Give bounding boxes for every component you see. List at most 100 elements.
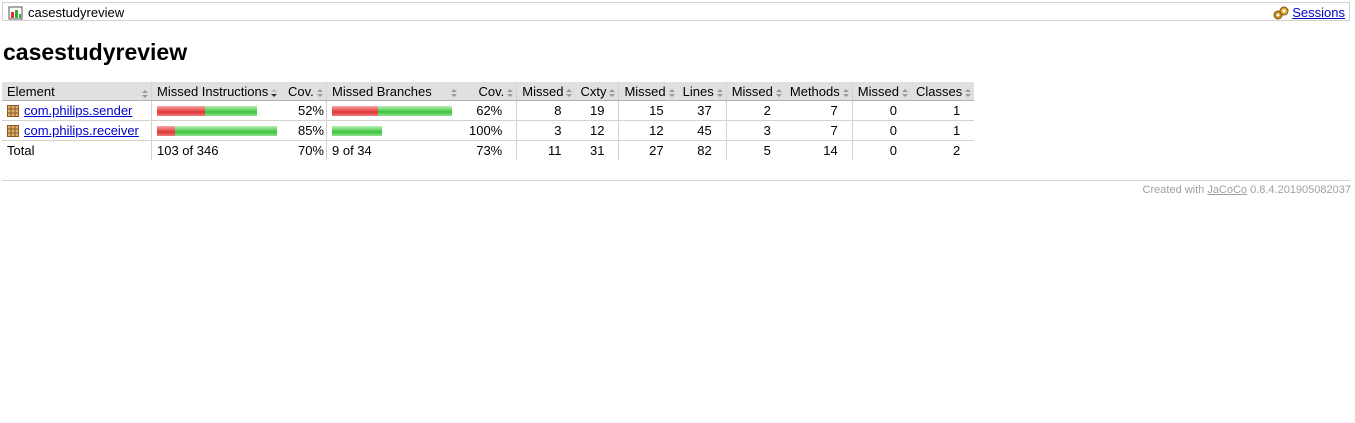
total-cxty: 31 (589, 143, 605, 158)
cov-branches: 100% (464, 120, 517, 141)
sessions-link[interactable]: Sessions (1292, 5, 1345, 20)
missed-branches-bar-cell (326, 120, 464, 141)
footer-divider (2, 180, 1350, 181)
header-missed-lines[interactable]: Missed (618, 82, 678, 101)
footer-version: 0.8.4.201905082037 (1250, 184, 1351, 196)
missed-lines: 12 (618, 120, 678, 141)
missed-methods: 2 (725, 100, 785, 121)
sessions-icon (1273, 6, 1289, 20)
sort-icon (668, 86, 676, 98)
sort-icon (775, 86, 783, 98)
header-missed-methods-label: Missed (731, 83, 773, 99)
coverage-bar (332, 105, 462, 116)
covered-bar (205, 105, 257, 116)
sort-down-icon (270, 86, 278, 98)
breadcrumb-right: Sessions (1273, 5, 1345, 20)
breadcrumb-left: casestudyreview (8, 5, 124, 20)
header-cov-branches-label: Cov. (478, 83, 505, 99)
total-missed-cxty: 11 (516, 140, 576, 160)
package-link[interactable]: com.philips.receiver (24, 123, 139, 138)
sort-icon (716, 86, 724, 98)
total-methods: 14 (823, 143, 838, 158)
methods: 7 (784, 100, 853, 121)
missed-cxty: 3 (516, 120, 576, 141)
header-missed-classes-label: Missed (857, 83, 899, 99)
cov-branches: 62% (464, 100, 517, 121)
footer: Created with JaCoCo 0.8.4.201905082037 (1143, 184, 1351, 196)
coverage-bar (157, 125, 281, 136)
total-lines: 82 (697, 143, 712, 158)
sort-icon (964, 86, 972, 98)
header-element[interactable]: Element (2, 82, 152, 101)
lines: 37 (677, 100, 727, 121)
cov-instructions: 85% (283, 120, 327, 141)
table-row: com.philips.sender 52% 62% 8 19 15 37 2 … (2, 100, 975, 121)
total-missed-lines: 27 (618, 140, 678, 160)
sort-icon (141, 87, 149, 98)
coverage-bar (157, 105, 281, 116)
header-missed-cxty[interactable]: Missed (516, 82, 576, 101)
element-cell: com.philips.sender (2, 100, 152, 121)
header-missed-cxty-label: Missed (522, 83, 564, 99)
header-missed-classes[interactable]: Missed (851, 82, 911, 101)
missed-methods: 3 (725, 120, 785, 141)
missed-instructions-bar-cell (151, 120, 283, 141)
covered-bar (332, 125, 382, 136)
missed-lines: 15 (618, 100, 678, 121)
sort-icon (901, 86, 909, 98)
header-missed-methods[interactable]: Missed (725, 82, 785, 101)
breadcrumb-label: casestudyreview (28, 5, 125, 20)
sort-icon (316, 86, 324, 98)
missed-classes: 0 (851, 100, 911, 121)
missed-branches-bar-cell (326, 100, 464, 121)
header-missed-branches[interactable]: Missed Branches (326, 82, 464, 101)
covered-bar (378, 105, 452, 116)
header-missed-branches-label: Missed Branches (332, 83, 432, 99)
sort-icon (450, 86, 458, 98)
sort-icon (842, 86, 850, 98)
header-cxty-label: Cxty (580, 83, 607, 99)
total-missed-classes: 0 (851, 140, 911, 160)
header-lines[interactable]: Lines (677, 82, 727, 101)
coverage-table: Element Missed Instructions Cov. Missed … (2, 82, 975, 160)
cov-instructions: 52% (283, 100, 327, 121)
missed-bar (332, 105, 378, 116)
jacoco-link[interactable]: JaCoCo (1207, 184, 1247, 196)
report-icon (8, 6, 24, 20)
total-classes: 2 (952, 143, 961, 158)
package-link[interactable]: com.philips.sender (24, 103, 132, 118)
cxty: 19 (575, 100, 619, 121)
missed-bar (157, 105, 205, 116)
lines: 45 (677, 120, 727, 141)
header-element-label: Element (7, 83, 55, 99)
header-cov-instructions[interactable]: Cov. (283, 82, 327, 101)
missed-classes: 0 (851, 120, 911, 141)
methods: 7 (784, 120, 853, 141)
footer-prefix: Created with (1142, 184, 1205, 196)
total-missed-branches: 9 of 34 (326, 140, 464, 160)
table-row: com.philips.receiver 85% 100% 3 12 12 45… (2, 120, 975, 141)
header-cov-instructions-label: Cov. (288, 83, 314, 99)
total-label: Total (7, 143, 35, 158)
element-cell: com.philips.receiver (2, 120, 152, 141)
covered-bar (175, 125, 277, 136)
header-methods-label: Methods (789, 83, 840, 99)
header-cxty[interactable]: Cxty (575, 82, 619, 101)
total-cov-instructions: 70% (297, 143, 324, 158)
header-missed-instructions-label: Missed Instructions (157, 83, 269, 99)
breadcrumb: casestudyreview Sessions (2, 2, 1350, 21)
sort-icon (565, 86, 573, 98)
header-lines-label: Lines (682, 83, 714, 99)
page-title: casestudyreview (3, 39, 188, 65)
missed-instructions-bar-cell (151, 100, 283, 121)
header-missed-instructions[interactable]: Missed Instructions (151, 82, 283, 101)
cxty: 12 (575, 120, 619, 141)
header-classes-label: Classes (915, 83, 963, 99)
header-cov-branches[interactable]: Cov. (464, 82, 517, 101)
package-icon (7, 124, 19, 137)
header-missed-lines-label: Missed (624, 83, 666, 99)
header-methods[interactable]: Methods (784, 82, 853, 101)
total-cov-branches: 73% (476, 143, 503, 158)
header-classes[interactable]: Classes (910, 82, 975, 101)
classes: 1 (910, 100, 975, 121)
